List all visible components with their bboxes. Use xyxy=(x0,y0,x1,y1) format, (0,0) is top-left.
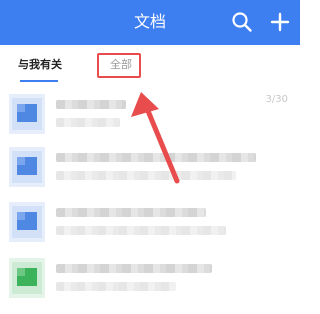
plus-icon[interactable] xyxy=(268,10,292,34)
blurred-meta xyxy=(56,171,236,180)
active-tab-indicator xyxy=(20,80,58,82)
list-item[interactable] xyxy=(0,143,300,203)
blurred-meta xyxy=(56,226,226,235)
blurred-title xyxy=(56,208,206,217)
list-item[interactable] xyxy=(0,198,300,258)
list-item[interactable] xyxy=(0,88,300,148)
annotation-highlight-box xyxy=(97,53,141,78)
blurred-meta xyxy=(56,118,120,127)
blurred-meta xyxy=(56,282,176,291)
tab-related-to-me[interactable]: 与我有关 xyxy=(18,58,62,72)
doc-icon xyxy=(9,94,45,134)
tab-bar: 与我有关 全部 xyxy=(0,45,300,85)
list-item[interactable] xyxy=(0,254,300,314)
search-icon[interactable] xyxy=(230,10,254,34)
page-title: 文档 xyxy=(133,12,166,31)
app-header: 文档 xyxy=(0,0,300,45)
blurred-title xyxy=(56,264,212,273)
sheet-icon xyxy=(9,258,45,298)
doc-icon xyxy=(9,147,45,187)
blurred-title xyxy=(56,153,256,162)
doc-icon xyxy=(9,202,45,242)
blurred-title xyxy=(56,100,126,109)
